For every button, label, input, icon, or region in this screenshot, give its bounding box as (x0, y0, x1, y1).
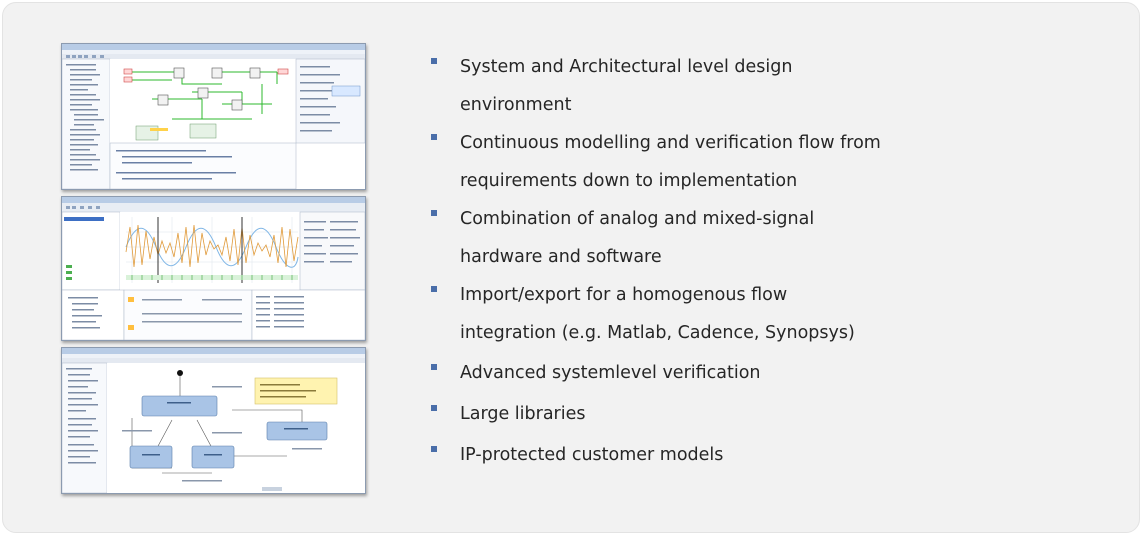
bullet-square-icon (431, 364, 437, 370)
bullet-square-icon (431, 405, 437, 411)
bullet-square-icon (431, 286, 437, 292)
feature-text-line: Combination of analog and mixed-signal (460, 209, 815, 229)
bullet-square-icon (431, 210, 437, 216)
feature-text-line: System and Architectural level design (460, 57, 793, 77)
feature-item: System and Architectural level design en… (428, 48, 881, 124)
feature-item: Import/export for a homogenous flow inte… (428, 276, 881, 352)
feature-item: IP-protected customer models (428, 436, 881, 474)
waveform-viewer-screenshot (61, 196, 366, 341)
feature-text-line: requirements down to implementation (460, 171, 798, 191)
feature-text-line: Advanced systemlevel verification (460, 363, 761, 383)
feature-text-line: integration (e.g. Matlab, Cadence, Synop… (460, 323, 855, 343)
bullet-square-icon (431, 446, 437, 452)
state-machine-editor-screenshot (61, 347, 366, 494)
feature-text-line: Large libraries (460, 404, 586, 424)
feature-list: System and Architectural level design en… (428, 48, 881, 474)
bullet-square-icon (431, 134, 437, 140)
feature-text-line: Continuous modelling and verification fl… (460, 133, 881, 153)
feature-text-line: Import/export for a homogenous flow (460, 285, 788, 305)
feature-text-line: IP-protected customer models (460, 445, 724, 465)
feature-item: Combination of analog and mixed-signal h… (428, 200, 881, 276)
feature-item: Advanced systemlevel verification (428, 354, 881, 392)
feature-item: Continuous modelling and verification fl… (428, 124, 881, 200)
feature-text-line: hardware and software (460, 247, 662, 267)
bullet-square-icon (431, 58, 437, 64)
schematic-editor-screenshot (61, 43, 366, 190)
feature-item: Large libraries (428, 395, 881, 433)
feature-text-line: environment (460, 95, 572, 115)
